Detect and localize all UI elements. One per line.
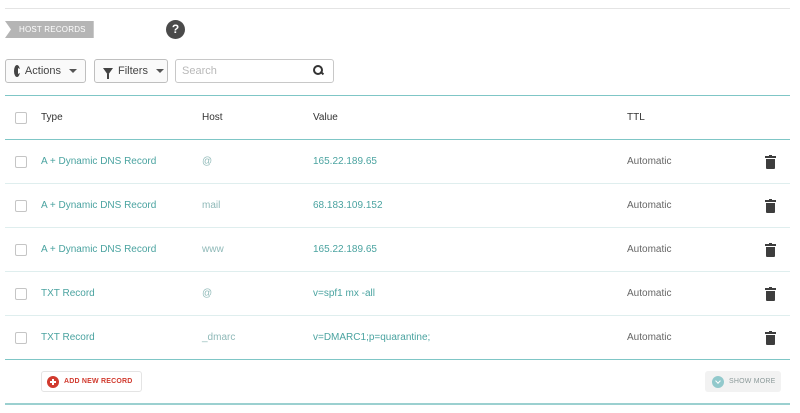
bottom-divider bbox=[5, 403, 790, 405]
row-checkbox[interactable] bbox=[15, 199, 27, 212]
actions-button[interactable]: Actions bbox=[5, 59, 86, 83]
table-row[interactable]: A + Dynamic DNS Record @ 165.22.189.65 A… bbox=[5, 140, 790, 184]
row-checkbox[interactable] bbox=[15, 331, 27, 344]
header-value[interactable]: Value bbox=[313, 96, 338, 139]
header-type[interactable]: Type bbox=[41, 96, 63, 139]
record-value[interactable]: 165.22.189.65 bbox=[313, 228, 377, 271]
chevron-down-icon bbox=[712, 375, 724, 388]
search-box bbox=[175, 59, 334, 83]
caret-down-icon bbox=[69, 69, 77, 73]
table-row[interactable]: A + Dynamic DNS Record www 165.22.189.65… bbox=[5, 228, 790, 272]
row-checkbox[interactable] bbox=[15, 287, 27, 300]
trash-icon[interactable] bbox=[765, 242, 776, 257]
table-row[interactable]: A + Dynamic DNS Record mail 68.183.109.1… bbox=[5, 184, 790, 228]
table-row[interactable]: TXT Record _dmarc v=DMARC1;p=quarantine;… bbox=[5, 316, 790, 360]
header-host[interactable]: Host bbox=[202, 96, 223, 139]
select-all-checkbox[interactable] bbox=[15, 111, 27, 124]
funnel-icon bbox=[103, 67, 113, 79]
trash-icon[interactable] bbox=[765, 198, 776, 213]
caret-down-icon bbox=[155, 69, 164, 73]
search-input[interactable] bbox=[176, 60, 301, 82]
record-value[interactable]: 68.183.109.152 bbox=[313, 184, 383, 227]
row-checkbox[interactable] bbox=[15, 243, 27, 256]
record-ttl[interactable]: Automatic bbox=[627, 184, 671, 227]
plus-icon bbox=[47, 375, 59, 388]
help-icon[interactable]: ? bbox=[166, 20, 185, 39]
add-new-record-label: ADD NEW RECORD bbox=[64, 378, 133, 385]
record-type[interactable]: A + Dynamic DNS Record bbox=[41, 140, 156, 183]
record-host[interactable]: www bbox=[202, 228, 224, 271]
filters-button[interactable]: Filters bbox=[94, 59, 168, 83]
record-value[interactable]: v=DMARC1;p=quarantine; bbox=[313, 316, 430, 359]
record-type[interactable]: A + Dynamic DNS Record bbox=[41, 228, 156, 271]
record-ttl[interactable]: Automatic bbox=[627, 140, 671, 183]
record-type[interactable]: TXT Record bbox=[41, 272, 95, 315]
play-icon bbox=[14, 65, 23, 77]
record-host[interactable]: @ bbox=[202, 272, 212, 315]
top-divider bbox=[5, 8, 790, 9]
trash-icon[interactable] bbox=[765, 286, 776, 301]
record-ttl[interactable]: Automatic bbox=[627, 316, 671, 359]
add-new-record-button[interactable]: ADD NEW RECORD bbox=[41, 371, 142, 392]
record-ttl[interactable]: Automatic bbox=[627, 272, 671, 315]
record-host[interactable]: mail bbox=[202, 184, 220, 227]
trash-icon[interactable] bbox=[765, 330, 776, 345]
record-host[interactable]: _dmarc bbox=[202, 316, 235, 359]
record-type[interactable]: A + Dynamic DNS Record bbox=[41, 184, 156, 227]
row-checkbox[interactable] bbox=[15, 155, 27, 168]
actions-label: Actions bbox=[24, 65, 61, 77]
record-ttl[interactable]: Automatic bbox=[627, 228, 671, 271]
record-type[interactable]: TXT Record bbox=[41, 316, 95, 359]
header-ttl[interactable]: TTL bbox=[627, 96, 645, 139]
record-host[interactable]: @ bbox=[202, 140, 212, 183]
table-header: Type Host Value TTL bbox=[5, 95, 790, 140]
filters-label: Filters bbox=[118, 65, 148, 77]
record-value[interactable]: v=spf1 mx -all bbox=[313, 272, 375, 315]
section-tag: HOST RECORDS bbox=[5, 21, 94, 38]
show-more-label: SHOW MORE bbox=[729, 378, 776, 385]
show-more-button[interactable]: SHOW MORE bbox=[705, 371, 781, 392]
table-row[interactable]: TXT Record @ v=spf1 mx -all Automatic bbox=[5, 272, 790, 316]
host-records-table: Type Host Value TTL A + Dynamic DNS Reco… bbox=[5, 95, 790, 360]
record-value[interactable]: 165.22.189.65 bbox=[313, 140, 377, 183]
search-icon[interactable] bbox=[313, 65, 323, 75]
trash-icon[interactable] bbox=[765, 154, 776, 169]
